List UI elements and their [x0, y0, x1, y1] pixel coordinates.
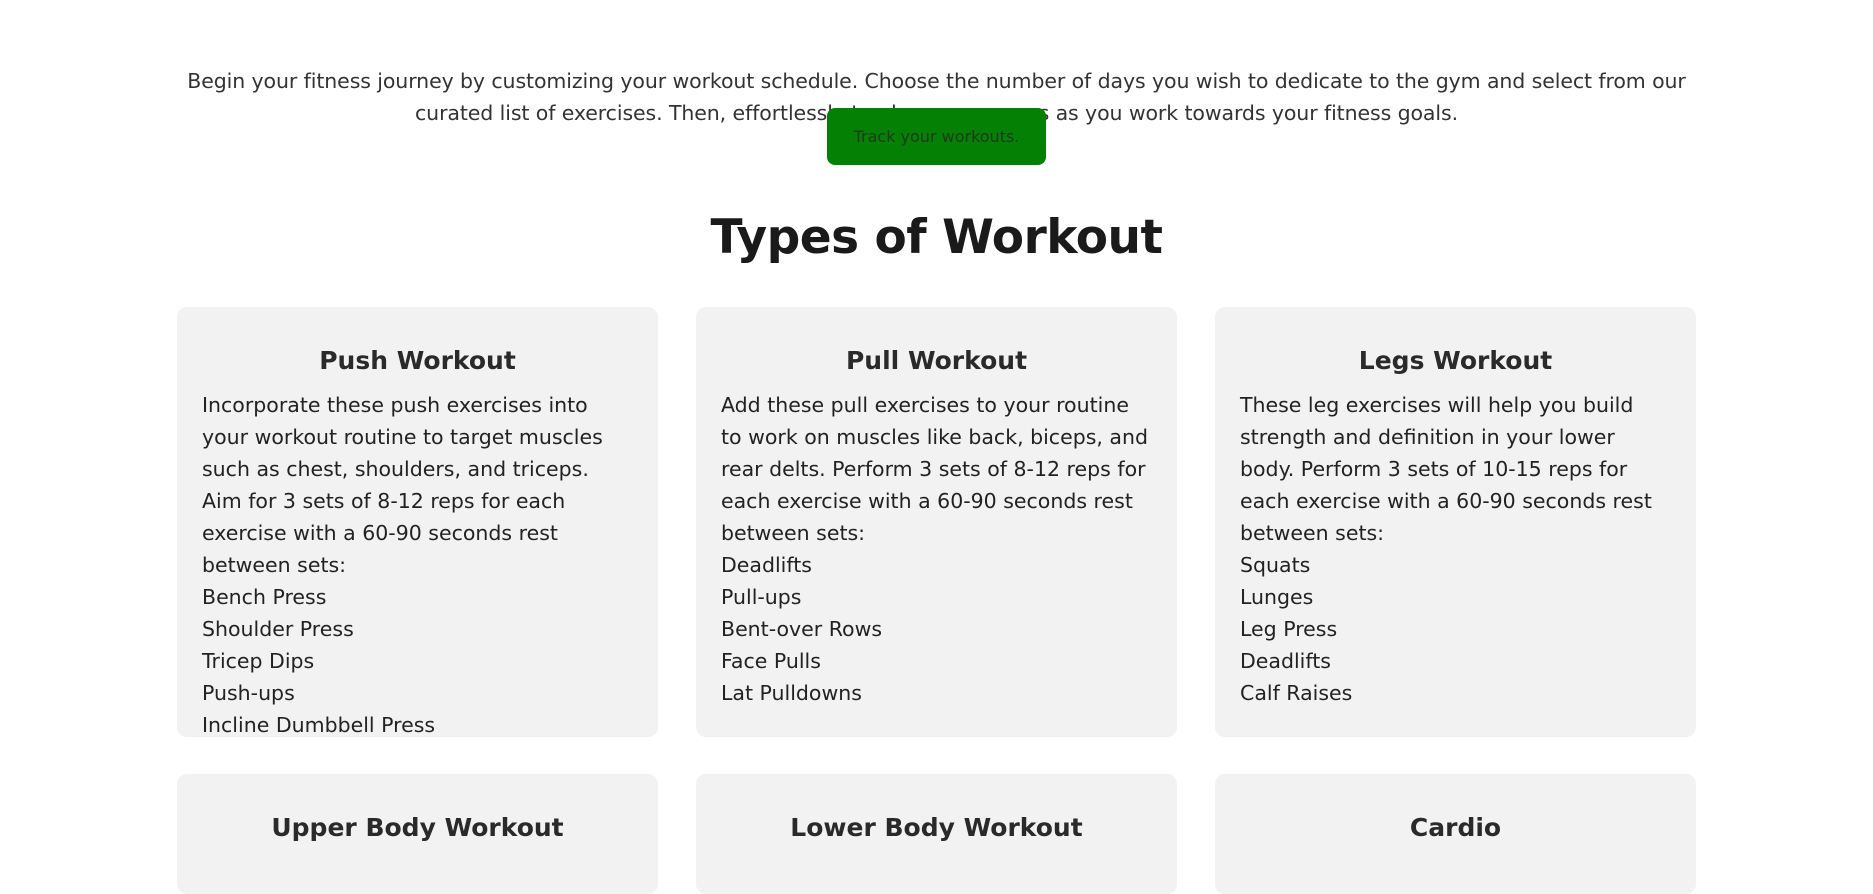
- exercise-item: Incline Dumbbell Press: [202, 713, 436, 737]
- exercise-item: Face Pulls: [721, 649, 821, 673]
- exercise-item: Bench Press: [202, 585, 327, 609]
- card-title: Pull Workout: [845, 346, 1028, 375]
- card-title: Legs Workout: [1358, 346, 1553, 375]
- exercise-item: Tricep Dips: [202, 649, 315, 673]
- exercise-item: Leg Press: [1240, 617, 1338, 641]
- card-title: Lower Body Workout: [790, 813, 1083, 842]
- exercise-item: Squats: [1240, 553, 1311, 577]
- exercise-item: Deadlifts: [1240, 649, 1331, 673]
- card-description: Add these pull exercises to your routine…: [721, 393, 1148, 545]
- workout-card-cardio: Cardio: [1215, 774, 1696, 894]
- workout-card-legs: Legs Workout These leg exercises will he…: [1215, 307, 1696, 737]
- card-title: Cardio: [1409, 813, 1502, 842]
- exercise-item: Push-ups: [202, 681, 295, 705]
- exercise-item: Lat Pulldowns: [721, 681, 862, 705]
- exercise-list: Bench Press Shoulder Press Tricep Dips P…: [202, 581, 633, 741]
- card-description: These leg exercises will help you build …: [1240, 393, 1652, 545]
- exercise-item: Pull-ups: [721, 585, 802, 609]
- exercise-list: Deadlifts Pull-ups Bent-over Rows Face P…: [721, 549, 1152, 709]
- exercise-item: Lunges: [1240, 585, 1314, 609]
- exercise-list: Squats Lunges Leg Press Deadlifts Calf R…: [1240, 549, 1671, 709]
- exercise-item: Deadlifts: [721, 553, 812, 577]
- card-description: Incorporate these push exercises into yo…: [202, 393, 603, 577]
- card-title: Push Workout: [319, 346, 516, 375]
- exercise-item: Shoulder Press: [202, 617, 354, 641]
- track-workouts-button[interactable]: Track your workouts.: [827, 108, 1046, 165]
- exercise-item: Calf Raises: [1240, 681, 1353, 705]
- workout-card-lower-body: Lower Body Workout: [696, 774, 1177, 894]
- card-title: Upper Body Workout: [271, 813, 564, 842]
- section-title: Types of Workout: [710, 210, 1163, 265]
- workout-card-upper-body: Upper Body Workout: [177, 774, 658, 894]
- exercise-item: Bent-over Rows: [721, 617, 883, 641]
- workout-card-pull: Pull Workout Add these pull exercises to…: [696, 307, 1177, 737]
- workout-card-push: Push Workout Incorporate these push exer…: [177, 307, 658, 737]
